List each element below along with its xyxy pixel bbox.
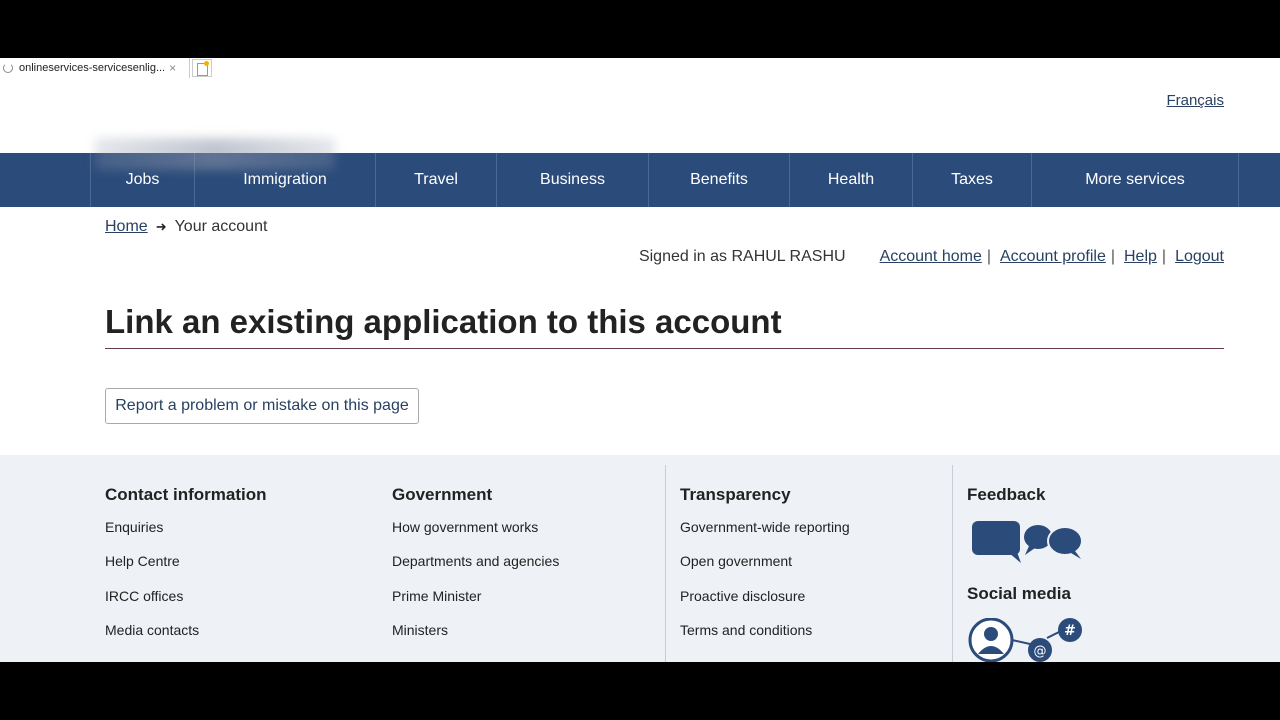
account-profile-link[interactable]: Account profile: [1000, 248, 1106, 266]
footer-link-government-wide-reporting[interactable]: Government-wide reporting: [680, 519, 940, 553]
title-divider: [105, 348, 1224, 349]
menu-item-health[interactable]: Health: [790, 153, 913, 207]
footer-link-ircc-offices[interactable]: IRCC offices: [105, 588, 365, 622]
menu-item-more-services[interactable]: More services: [1032, 153, 1239, 207]
footer-link-terms-and-conditions[interactable]: Terms and conditions: [680, 622, 940, 656]
separator: |: [1110, 248, 1115, 265]
footer-heading: Contact information: [105, 485, 267, 504]
footer-feedback-column: Feedback Social media @ #: [967, 465, 1207, 662]
footer-link-media-contacts[interactable]: Media contacts: [105, 622, 365, 656]
site-footer: Contact information Enquiries Help Centr…: [0, 455, 1280, 662]
footer-heading: Government: [392, 485, 493, 504]
signed-in-text: Signed in as RAHUL RASHU: [638, 248, 846, 265]
menu-item-label: Business: [540, 171, 605, 188]
arrow-right-icon: ➜: [155, 219, 167, 234]
browser-viewport: onlineservices-servicesenlig... × França…: [0, 58, 1280, 662]
loading-spinner-icon: [3, 63, 13, 73]
menu-item-label: Jobs: [125, 171, 160, 188]
footer-link-enquiries[interactable]: Enquiries: [105, 519, 365, 553]
page-title: Link an existing application to this acc…: [105, 303, 782, 340]
svg-text:@: @: [1034, 644, 1047, 659]
close-tab-icon[interactable]: ×: [169, 61, 176, 75]
footer-link-how-government-works[interactable]: How government works: [392, 519, 652, 553]
feedback-heading: Feedback: [967, 485, 1046, 504]
menu-item-business[interactable]: Business: [497, 153, 649, 207]
menu-item-label: Health: [827, 171, 875, 188]
footer-transparency-column: Transparency Government-wide reporting O…: [680, 465, 940, 656]
footer-link-proactive-disclosure[interactable]: Proactive disclosure: [680, 588, 940, 622]
breadcrumb: Home ➜ Your account: [105, 218, 267, 236]
breadcrumb-home-link[interactable]: Home: [105, 218, 148, 236]
account-bar: Signed in as RAHUL RASHU Account home | …: [639, 248, 1224, 266]
menu-item-label: More services: [1085, 171, 1185, 188]
language-toggle-link[interactable]: Français: [1166, 92, 1224, 109]
menu-item-label: Benefits: [690, 171, 748, 188]
social-media-heading: Social media: [967, 584, 1071, 603]
footer-link-help-centre[interactable]: Help Centre: [105, 553, 365, 587]
breadcrumb-current: Your account: [174, 218, 268, 235]
logout-link[interactable]: Logout: [1175, 248, 1224, 266]
menu-item-taxes[interactable]: Taxes: [913, 153, 1032, 207]
menu-item-label: Immigration: [243, 171, 327, 188]
separator: |: [986, 248, 991, 265]
footer-divider: [952, 465, 953, 662]
feedback-icon[interactable]: [967, 519, 1207, 568]
browser-tab[interactable]: onlineservices-servicesenlig... ×: [0, 58, 190, 78]
separator: |: [1161, 248, 1167, 265]
footer-link-prime-minister[interactable]: Prime Minister: [392, 588, 652, 622]
help-link[interactable]: Help: [1124, 248, 1157, 266]
footer-link-open-government[interactable]: Open government: [680, 553, 940, 587]
footer-contact-column: Contact information Enquiries Help Centr…: [105, 465, 365, 656]
footer-link-ministers[interactable]: Ministers: [392, 622, 652, 656]
svg-text:#: #: [1064, 623, 1076, 639]
footer-heading: Transparency: [680, 485, 791, 504]
tab-title: onlineservices-servicesenlig...: [19, 62, 166, 74]
menu-item-travel[interactable]: Travel: [376, 153, 497, 207]
government-logo[interactable]: [95, 138, 335, 170]
footer-government-column: Government How government works Departme…: [392, 465, 652, 656]
footer-link-departments[interactable]: Departments and agencies: [392, 553, 652, 587]
report-problem-button[interactable]: Report a problem or mistake on this page: [105, 388, 419, 424]
new-tab-icon[interactable]: [192, 59, 212, 77]
social-media-icon[interactable]: @ #: [967, 617, 1207, 662]
footer-divider: [665, 465, 666, 662]
menu-item-label: Taxes: [951, 171, 993, 188]
menu-item-benefits[interactable]: Benefits: [649, 153, 790, 207]
account-home-link[interactable]: Account home: [880, 248, 982, 266]
menu-item-label: Travel: [414, 171, 458, 188]
browser-tab-bar: onlineservices-servicesenlig... ×: [0, 58, 1280, 78]
